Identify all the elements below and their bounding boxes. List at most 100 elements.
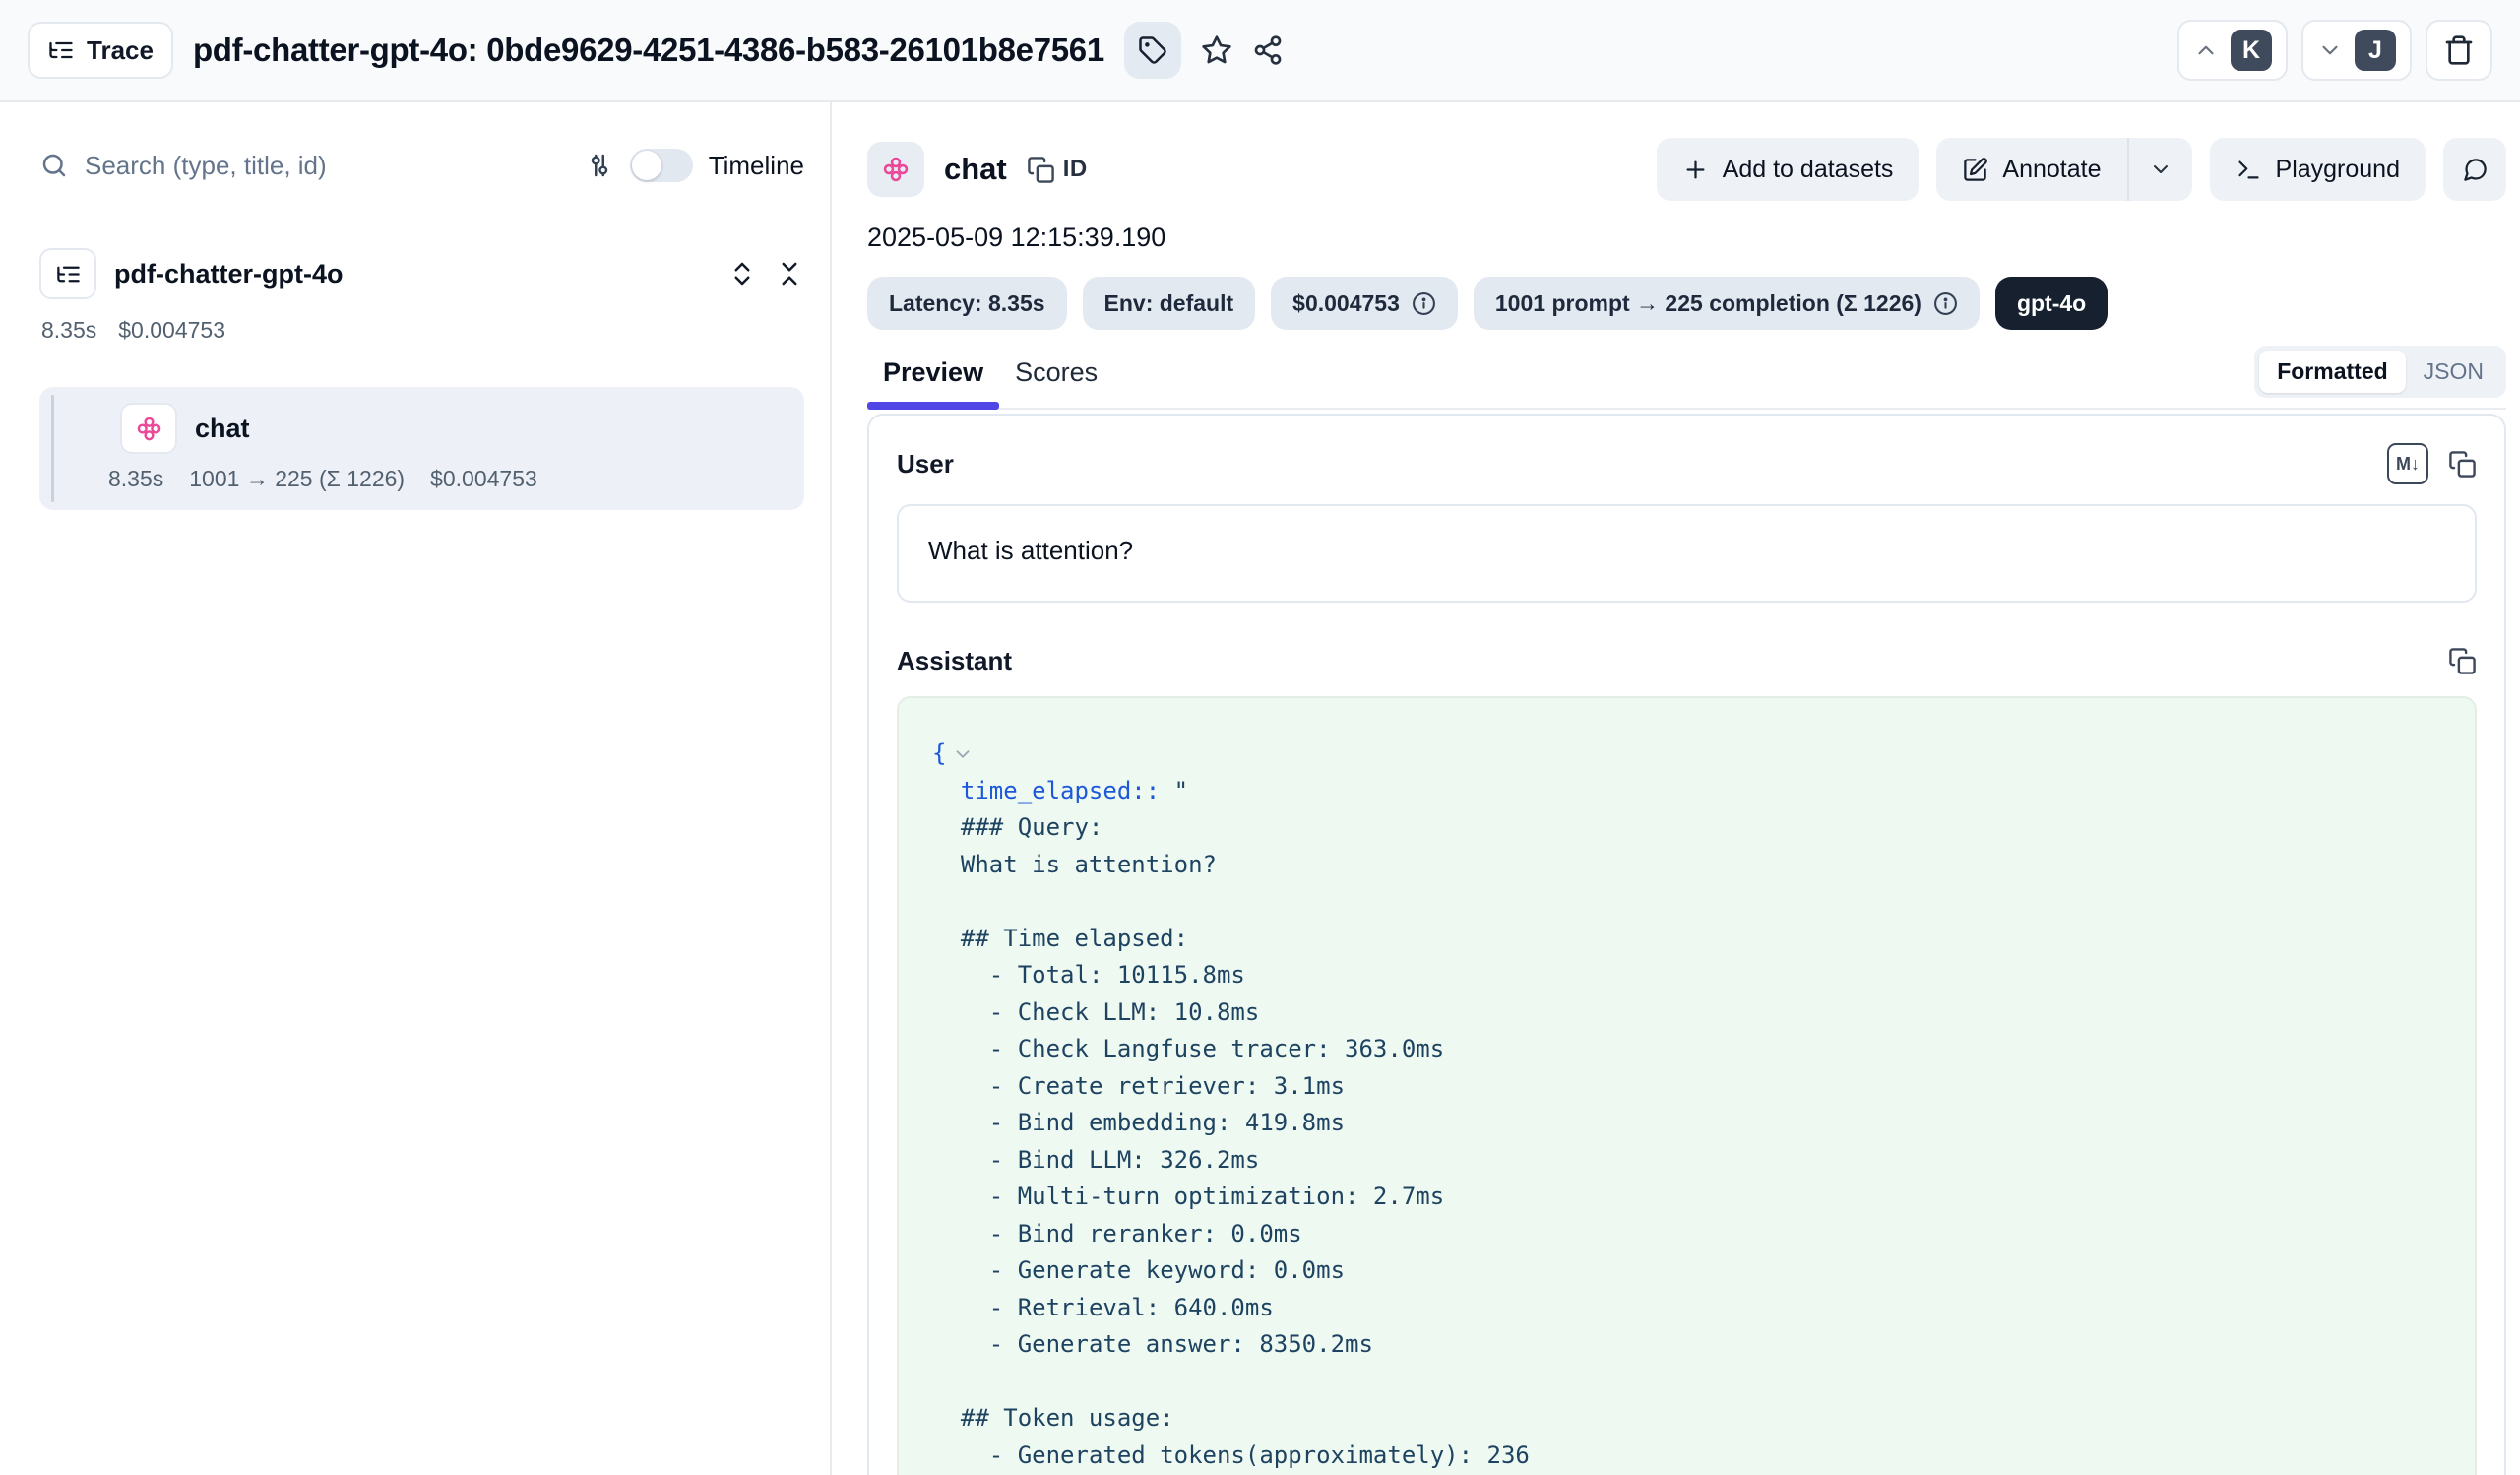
tab-scores[interactable]: Scores xyxy=(999,344,1113,408)
code-line: ## Token usage: xyxy=(932,1400,2441,1438)
latency-badge: Latency: 8.35s xyxy=(867,277,1067,330)
observation-tokens: 1001 → 225 (Σ 1226) xyxy=(189,466,405,492)
tree-guide-line xyxy=(51,395,54,502)
code-line: ### Query: xyxy=(932,809,2441,847)
trace-node-badge xyxy=(39,248,96,299)
trace-type-badge: Trace xyxy=(28,22,173,79)
tab-preview[interactable]: Preview xyxy=(867,344,999,408)
next-trace-button[interactable]: J xyxy=(2301,20,2412,81)
code-lines: time_elapsed:: " ### Query: What is atte… xyxy=(932,773,2441,1475)
annotate-button[interactable]: Annotate xyxy=(1936,138,2126,201)
tree-root-metrics: 8.35s $0.004753 xyxy=(41,317,804,344)
playground-button[interactable]: Playground xyxy=(2210,138,2426,201)
timeline-toggle[interactable] xyxy=(630,149,693,182)
info-icon[interactable] xyxy=(1933,291,1958,316)
assistant-heading: Assistant xyxy=(897,646,1012,676)
code-line: time_elapsed:: " xyxy=(932,773,2441,810)
search-icon xyxy=(39,151,69,180)
code-line: { xyxy=(932,736,2441,773)
add-to-datasets-button[interactable]: Add to datasets xyxy=(1657,138,1920,201)
collapse-all-icon[interactable] xyxy=(775,259,804,289)
root-latency: 8.35s xyxy=(41,317,96,344)
observation-detail-panel: chat ID Add to datasets xyxy=(832,102,2520,1475)
delete-trace-button[interactable] xyxy=(2426,20,2492,81)
terminal-icon xyxy=(2236,157,2262,183)
tree-search-row: Timeline xyxy=(39,138,804,193)
copy-icon[interactable] xyxy=(2448,450,2477,479)
format-option-json[interactable]: JSON xyxy=(2406,351,2501,393)
format-segmented-control: Formatted JSON xyxy=(2254,346,2506,398)
detail-tabs: Preview Scores Formatted JSON xyxy=(867,344,2506,410)
open-brace: { xyxy=(932,736,946,773)
sliders-icon[interactable] xyxy=(585,151,614,180)
observation-label: chat xyxy=(195,414,250,444)
user-input-text: What is attention? xyxy=(928,536,1133,565)
chevron-up-icon xyxy=(2193,37,2219,63)
code-line: - Check LLM: 10.8ms xyxy=(932,994,2441,1032)
list-tree-icon xyxy=(47,36,75,64)
timeline-label: Timeline xyxy=(709,151,804,181)
bookmark-star-button[interactable] xyxy=(1201,34,1232,66)
observation-metrics: 8.35s 1001 → 225 (Σ 1226) $0.004753 xyxy=(39,466,804,492)
cost-badge: $0.004753 xyxy=(1271,277,1458,330)
root-cost: $0.004753 xyxy=(118,317,225,344)
env-badge: Env: default xyxy=(1083,277,1256,330)
observation-title: chat xyxy=(944,152,1007,187)
annotate-split-button: Annotate xyxy=(1936,138,2191,201)
code-line: - Multi-turn optimization: 2.7ms xyxy=(932,1179,2441,1216)
top-bar: Trace pdf-chatter-gpt-4o: 0bde9629-4251-… xyxy=(0,0,2520,102)
annotate-menu-button[interactable] xyxy=(2129,138,2192,201)
copy-icon[interactable] xyxy=(2448,647,2477,675)
code-line: - Bind embedding: 419.8ms xyxy=(932,1105,2441,1142)
code-line: - Create retriever: 3.1ms xyxy=(932,1068,2441,1106)
search-input[interactable] xyxy=(85,151,569,181)
markdown-toggle-icon[interactable]: M↓ xyxy=(2387,443,2428,484)
code-line: - Check Langfuse tracer: 363.0ms xyxy=(932,1031,2441,1068)
assistant-section-header: Assistant xyxy=(897,646,2477,676)
code-line: ## Time elapsed: xyxy=(932,921,2441,958)
star-icon xyxy=(1201,34,1232,66)
tags-button[interactable] xyxy=(1124,22,1181,79)
toggle-knob xyxy=(632,151,662,180)
generation-icon xyxy=(136,416,162,442)
share-button[interactable] xyxy=(1252,34,1284,66)
code-line: - Bind LLM: 326.2ms xyxy=(932,1142,2441,1180)
chevron-down-icon xyxy=(2149,158,2173,181)
expand-all-icon[interactable] xyxy=(727,259,757,289)
share-icon xyxy=(1252,34,1284,66)
generation-type-badge xyxy=(867,142,924,197)
copy-id-group[interactable]: ID xyxy=(1027,156,1088,184)
tree-root-row[interactable]: pdf-chatter-gpt-4o xyxy=(39,248,804,299)
shortcut-j-badge: J xyxy=(2355,30,2396,71)
tokens-badge-label: 1001 prompt → 225 completion (Σ 1226) xyxy=(1495,290,1922,317)
tag-icon xyxy=(1138,35,1167,65)
user-input-card: What is attention? xyxy=(897,504,2477,603)
collapse-chevron-icon[interactable] xyxy=(952,743,974,765)
model-badge: gpt-4o xyxy=(1995,277,2108,330)
id-label: ID xyxy=(1063,156,1088,183)
list-tree-icon xyxy=(55,261,82,288)
generation-icon xyxy=(882,156,910,183)
model-badge-label: gpt-4o xyxy=(2017,290,2086,317)
previous-trace-button[interactable]: K xyxy=(2177,20,2288,81)
observation-timestamp: 2025-05-09 12:15:39.190 xyxy=(867,223,2506,253)
cost-badge-label: $0.004753 xyxy=(1292,290,1400,317)
code-line: - Generate answer: 8350.2ms xyxy=(932,1326,2441,1364)
observation-row-chat[interactable]: chat 8.35s 1001 → 225 (Σ 1226) $0.004753 xyxy=(39,387,804,510)
info-icon[interactable] xyxy=(1412,291,1436,316)
chevron-down-icon xyxy=(2317,37,2343,63)
code-line: - Retrieval: 640.0ms xyxy=(932,1290,2441,1327)
format-option-formatted[interactable]: Formatted xyxy=(2259,351,2405,393)
plus-icon xyxy=(1682,157,1709,183)
shortcut-k-badge: K xyxy=(2231,30,2272,71)
trace-badge-label: Trace xyxy=(87,35,154,66)
copy-icon[interactable] xyxy=(1027,156,1055,184)
code-line xyxy=(932,1364,2441,1401)
annotate-pen-icon xyxy=(1962,157,1988,183)
observation-header: chat ID Add to datasets xyxy=(867,138,2506,201)
comments-button[interactable] xyxy=(2443,138,2506,201)
assistant-output-card: { time_elapsed:: " ### Query: What is at… xyxy=(897,696,2477,1475)
add-to-datasets-label: Add to datasets xyxy=(1723,156,1894,184)
latency-badge-label: Latency: 8.35s xyxy=(889,290,1045,317)
tree-root-label: pdf-chatter-gpt-4o xyxy=(114,259,343,289)
